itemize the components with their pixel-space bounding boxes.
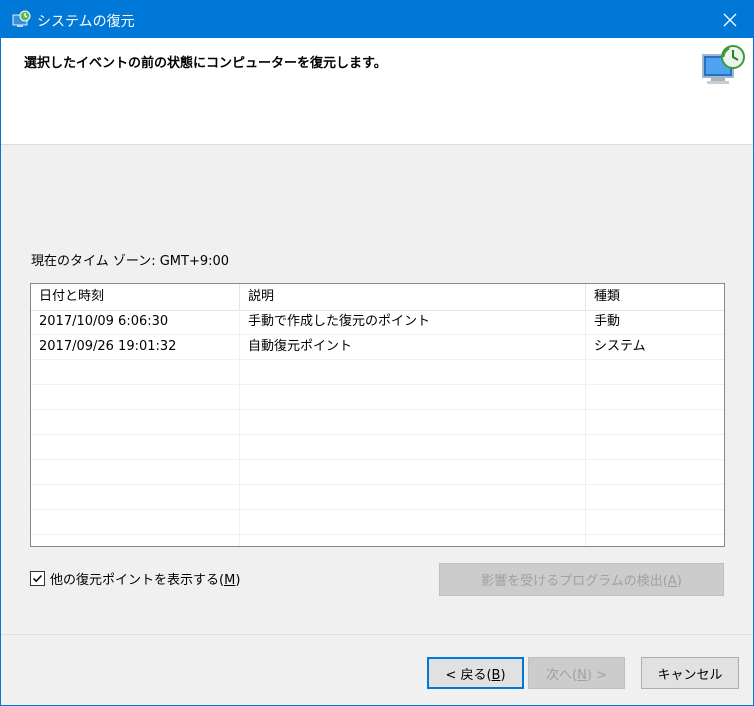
empty-row bbox=[31, 510, 724, 535]
show-more-checkbox-row[interactable]: 他の復元ポイントを表示する(M) bbox=[30, 569, 240, 588]
column-label: 種類 bbox=[594, 289, 621, 304]
empty-row bbox=[31, 410, 724, 435]
sort-indicator-icon: ﹀ bbox=[126, 283, 136, 288]
column-label: 日付と時刻 bbox=[39, 289, 105, 304]
show-more-checkbox[interactable] bbox=[30, 571, 45, 586]
column-header-description[interactable]: 説明 bbox=[240, 284, 586, 310]
title-bar: システムの復元 bbox=[1, 1, 753, 38]
table-row[interactable]: 2017/10/09 6:06:30 手動で作成した復元のポイント 手動 bbox=[31, 310, 724, 335]
restore-points-table: ﹀ 日付と時刻 説明 種類 2017/10/09 6:06:30 手動で作成した… bbox=[30, 283, 725, 547]
checkmark-icon bbox=[32, 574, 43, 583]
column-header-type[interactable]: 種類 bbox=[586, 284, 724, 310]
footer-divider bbox=[1, 634, 753, 635]
table-cell: 2017/09/26 19:01:32 bbox=[31, 335, 240, 359]
empty-row bbox=[31, 535, 724, 546]
timezone-label: 現在のタイム ゾーン: GMT+9:00 bbox=[31, 254, 230, 269]
close-button[interactable] bbox=[707, 1, 753, 38]
empty-row bbox=[31, 460, 724, 485]
back-button[interactable]: < 戻る(B) bbox=[427, 657, 524, 689]
empty-row bbox=[31, 385, 724, 410]
table-cell: システム bbox=[594, 339, 646, 354]
system-restore-window: システムの復元 選択したイベントの前の状態にコンピューターを復元します。 現在の… bbox=[0, 0, 754, 706]
next-button[interactable]: 次へ(N) > bbox=[528, 657, 625, 689]
table-cell: 自動復元ポイント bbox=[240, 335, 586, 359]
instruction-text: 選択したイベントの前の状態にコンピューターを復元します。 bbox=[24, 56, 387, 71]
table-cell: 手動 bbox=[594, 314, 621, 329]
table-row[interactable]: 2017/09/26 19:01:32 自動復元ポイント システム bbox=[31, 335, 724, 360]
column-label: 説明 bbox=[248, 289, 275, 304]
window-title: システムの復元 bbox=[37, 14, 135, 30]
computer-restore-icon bbox=[702, 45, 745, 84]
empty-row bbox=[31, 435, 724, 460]
empty-row bbox=[31, 360, 724, 385]
header-panel: 選択したイベントの前の状態にコンピューターを復元します。 bbox=[1, 38, 753, 145]
close-icon bbox=[723, 13, 737, 26]
show-more-label: 他の復元ポイントを表示する(M) bbox=[50, 573, 241, 588]
cancel-button[interactable]: キャンセル bbox=[641, 657, 739, 689]
table-cell: 2017/10/09 6:06:30 bbox=[31, 310, 240, 334]
table-body: 2017/10/09 6:06:30 手動で作成した復元のポイント 手動 201… bbox=[31, 310, 724, 546]
scan-affected-programs-button[interactable]: 影響を受けるプログラムの検出(A) bbox=[439, 563, 724, 596]
column-header-datetime[interactable]: ﹀ 日付と時刻 bbox=[31, 284, 240, 310]
table-header: ﹀ 日付と時刻 説明 種類 bbox=[31, 284, 724, 311]
table-cell: 手動で作成した復元のポイント bbox=[240, 310, 586, 334]
empty-row bbox=[31, 485, 724, 510]
system-restore-icon bbox=[12, 10, 31, 27]
